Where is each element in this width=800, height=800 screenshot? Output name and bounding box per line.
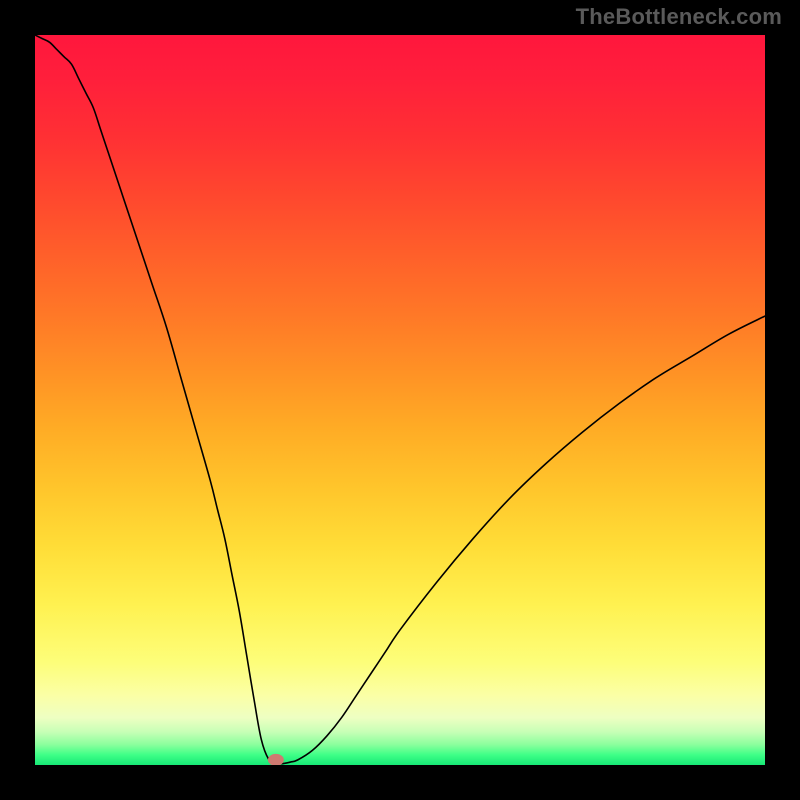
optimum-marker — [268, 754, 283, 765]
plot-area — [35, 35, 765, 765]
attribution-label: TheBottleneck.com — [576, 4, 782, 30]
frame: TheBottleneck.com — [0, 0, 800, 800]
bottleneck-chart — [35, 35, 765, 765]
gradient-background — [35, 35, 765, 765]
